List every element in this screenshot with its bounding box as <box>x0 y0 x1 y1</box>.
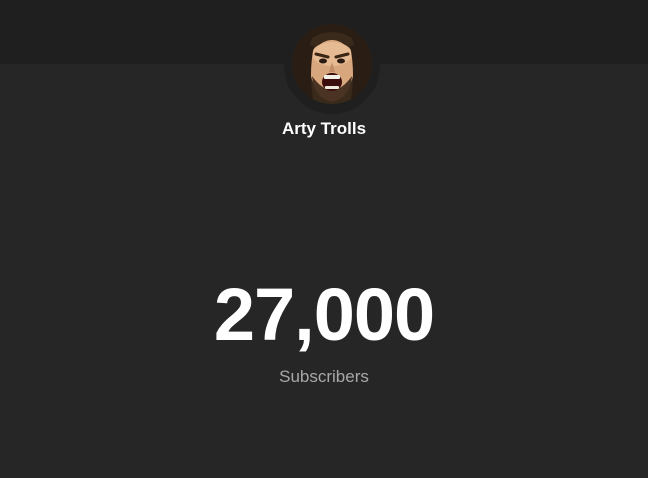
channel-name[interactable]: Arty Trolls <box>0 118 648 140</box>
subscriber-label: Subscribers <box>279 367 369 386</box>
avatar-photo-icon <box>292 24 372 104</box>
subscriber-count: 27,000 <box>213 273 435 356</box>
avatar[interactable] <box>292 24 372 104</box>
